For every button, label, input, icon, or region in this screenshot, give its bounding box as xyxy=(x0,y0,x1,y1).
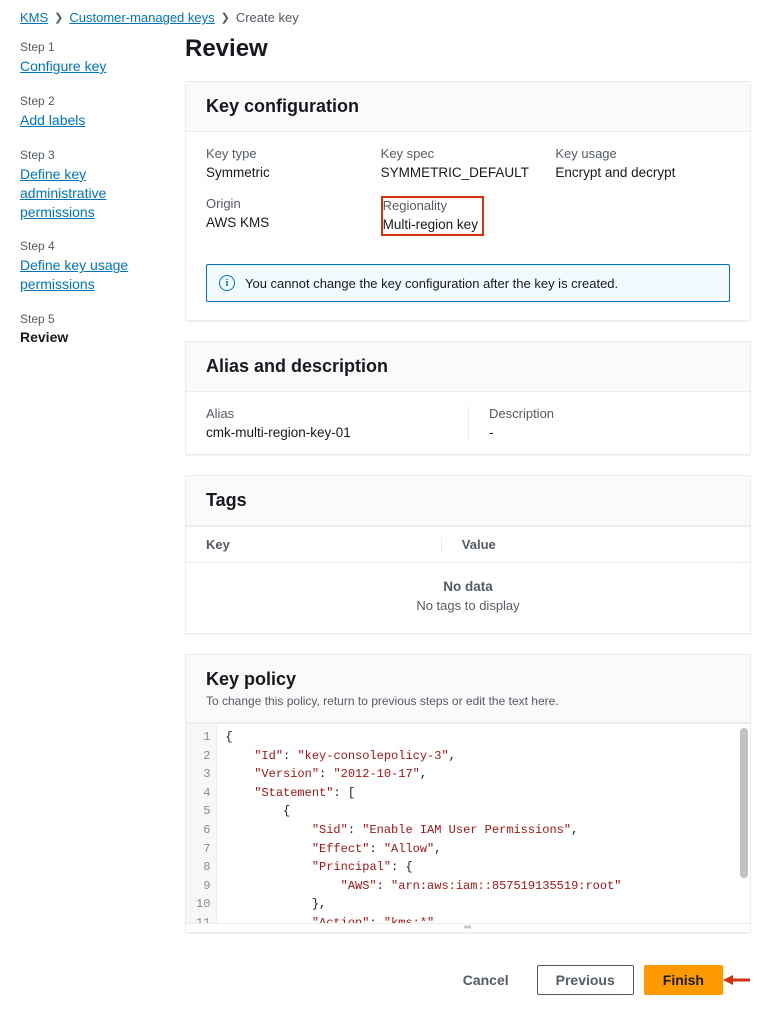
resize-handle-icon[interactable]: ═ xyxy=(186,923,750,932)
wizard-footer: Cancel Previous Finish xyxy=(185,953,751,1007)
value-key-type: Symmetric xyxy=(206,165,381,180)
label-description: Description xyxy=(489,406,730,421)
finish-button[interactable]: Finish xyxy=(644,965,723,995)
breadcrumb-root[interactable]: KMS xyxy=(20,10,48,25)
step-configure-key[interactable]: Configure key xyxy=(20,57,106,76)
label-origin: Origin xyxy=(206,196,381,211)
info-icon: i xyxy=(219,275,235,291)
value-origin: AWS KMS xyxy=(206,215,381,230)
col-key: Key xyxy=(206,537,442,552)
label-key-type: Key type xyxy=(206,146,381,161)
value-description: - xyxy=(489,425,730,440)
previous-button[interactable]: Previous xyxy=(537,965,634,995)
panel-alias-description: Alias and description Alias cmk-multi-re… xyxy=(185,341,751,455)
panel-heading: Tags xyxy=(206,490,730,511)
value-key-spec: SYMMETRIC_DEFAULT xyxy=(381,165,556,180)
highlight-regionality: Regionality Multi-region key xyxy=(381,196,484,236)
nodata-subtitle: No tags to display xyxy=(186,598,750,613)
chevron-right-icon: ❯ xyxy=(54,11,63,24)
label-regionality: Regionality xyxy=(383,198,478,213)
arrow-annotation-icon xyxy=(723,972,751,988)
info-text: You cannot change the key configuration … xyxy=(245,276,618,291)
panel-tags: Tags Key Value No data No tags to displa… xyxy=(185,475,751,634)
step-label: Step 1 xyxy=(20,40,175,54)
panel-heading: Key configuration xyxy=(206,96,730,117)
info-box: i You cannot change the key configuratio… xyxy=(206,264,730,302)
step-label: Step 5 xyxy=(20,312,175,326)
panel-subheading: To change this policy, return to previou… xyxy=(206,694,730,708)
col-value: Value xyxy=(442,537,516,552)
scrollbar[interactable] xyxy=(740,728,748,878)
panel-heading: Alias and description xyxy=(206,356,730,377)
label-alias: Alias xyxy=(206,406,468,421)
breadcrumb-current: Create key xyxy=(236,10,299,25)
value-key-usage: Encrypt and decrypt xyxy=(555,165,730,180)
policy-code[interactable]: { "Id": "key-consolepolicy-3", "Version"… xyxy=(217,724,750,923)
step-review: Review xyxy=(20,329,68,345)
chevron-right-icon: ❯ xyxy=(221,11,230,24)
label-key-spec: Key spec xyxy=(381,146,556,161)
page-title: Review xyxy=(185,35,751,63)
value-regionality: Multi-region key xyxy=(383,217,478,232)
step-admin-permissions[interactable]: Define key administrative permissions xyxy=(20,165,175,222)
step-label: Step 3 xyxy=(20,148,175,162)
step-label: Step 2 xyxy=(20,94,175,108)
panel-heading: Key policy xyxy=(206,669,730,690)
panel-key-configuration: Key configuration Key type Symmetric Key… xyxy=(185,81,751,321)
policy-editor[interactable]: 1234567891011121314 { "Id": "key-console… xyxy=(186,723,750,923)
label-key-usage: Key usage xyxy=(555,146,730,161)
cancel-button[interactable]: Cancel xyxy=(445,966,527,994)
wizard-sidebar: Step 1 Configure key Step 2 Add labels S… xyxy=(0,35,175,1012)
nodata-title: No data xyxy=(186,579,750,594)
step-add-labels[interactable]: Add labels xyxy=(20,111,85,130)
panel-key-policy: Key policy To change this policy, return… xyxy=(185,654,751,933)
step-usage-permissions[interactable]: Define key usage permissions xyxy=(20,256,175,294)
breadcrumb-mid[interactable]: Customer-managed keys xyxy=(69,10,214,25)
value-alias: cmk-multi-region-key-01 xyxy=(206,425,468,440)
line-gutter: 1234567891011121314 xyxy=(186,724,217,923)
step-label: Step 4 xyxy=(20,239,175,253)
breadcrumb: KMS ❯ Customer-managed keys ❯ Create key xyxy=(0,0,771,35)
